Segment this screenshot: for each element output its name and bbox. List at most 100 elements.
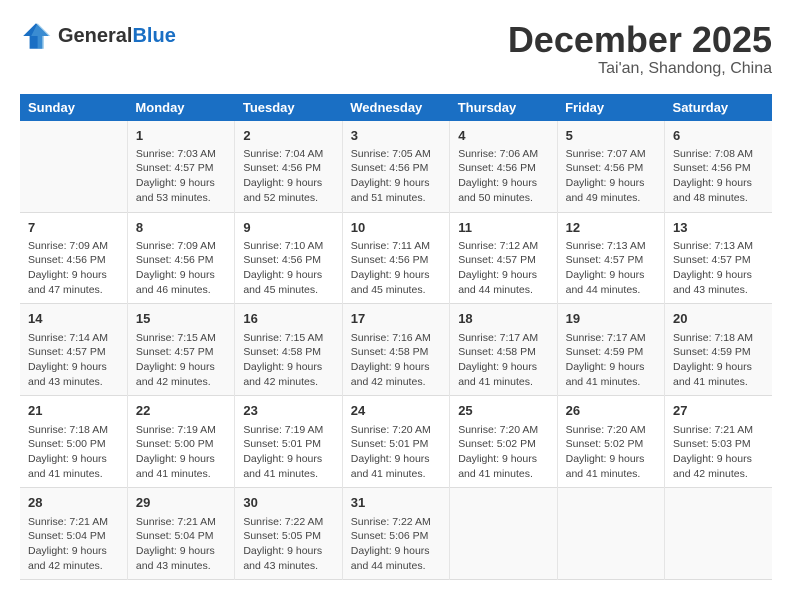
day-info: and 53 minutes. <box>136 191 226 206</box>
day-number: 25 <box>458 402 548 420</box>
day-info: Daylight: 9 hours <box>566 268 656 283</box>
logo-icon <box>20 20 52 52</box>
day-number: 28 <box>28 494 119 512</box>
day-info: Daylight: 9 hours <box>351 176 441 191</box>
day-info: Sunrise: 7:11 AM <box>351 239 441 254</box>
day-info: and 48 minutes. <box>673 191 764 206</box>
day-info: and 47 minutes. <box>28 283 119 298</box>
day-info: Sunset: 4:57 PM <box>136 161 226 176</box>
calendar-subtitle: Tai'an, Shandong, China <box>508 60 772 78</box>
day-info: Sunrise: 7:20 AM <box>351 423 441 438</box>
day-info: Sunrise: 7:19 AM <box>136 423 226 438</box>
week-row-3: 14Sunrise: 7:14 AMSunset: 4:57 PMDayligh… <box>20 304 772 396</box>
day-info: Sunset: 4:57 PM <box>136 345 226 360</box>
day-info: and 52 minutes. <box>243 191 333 206</box>
calendar-cell: 7Sunrise: 7:09 AMSunset: 4:56 PMDaylight… <box>20 212 127 304</box>
day-info: Sunrise: 7:03 AM <box>136 147 226 162</box>
calendar-cell: 17Sunrise: 7:16 AMSunset: 4:58 PMDayligh… <box>342 304 449 396</box>
day-info: Daylight: 9 hours <box>673 452 764 467</box>
day-info: Sunset: 5:00 PM <box>136 437 226 452</box>
day-info: Daylight: 9 hours <box>673 176 764 191</box>
header-friday: Friday <box>557 94 664 121</box>
week-row-4: 21 Sunrise: 7:18 AM Sunset: 5:00 PM Dayligh… <box>20 396 772 488</box>
calendar-cell: 29Sunrise: 7:21 AMSunset: 5:04 PMDayligh… <box>127 488 234 580</box>
day-number: 6 <box>673 127 764 145</box>
day-info: Sunrise: 7:12 AM <box>458 239 548 254</box>
day-info: Sunset: 5:03 PM <box>673 437 764 452</box>
day-info: Sunrise: 7:22 AM <box>243 515 333 530</box>
logo: GeneralBlue <box>20 20 176 52</box>
day-number: 21 <box>28 402 119 420</box>
day-info: Sunrise: 7:18 AM <box>28 423 119 438</box>
day-info: Daylight: 9 hours <box>28 268 119 283</box>
day-number: 26 <box>566 402 656 420</box>
calendar-cell: 4Sunrise: 7:06 AMSunset: 4:56 PMDaylight… <box>450 121 557 212</box>
day-number: 31 <box>351 494 441 512</box>
day-number: 8 <box>136 219 226 237</box>
day-info: Daylight: 9 hours <box>458 452 548 467</box>
day-number: 27 <box>673 402 764 420</box>
calendar-cell: 6Sunrise: 7:08 AMSunset: 4:56 PMDaylight… <box>665 121 772 212</box>
day-info: Sunset: 4:56 PM <box>243 161 333 176</box>
day-info: Sunrise: 7:21 AM <box>28 515 119 530</box>
day-info: Sunrise: 7:10 AM <box>243 239 333 254</box>
day-info: Sunset: 4:56 PM <box>566 161 656 176</box>
day-info: and 45 minutes. <box>243 283 333 298</box>
day-info: Daylight: 9 hours <box>351 544 441 559</box>
calendar-cell: 28Sunrise: 7:21 AMSunset: 5:04 PMDayligh… <box>20 488 127 580</box>
day-info: and 41 minutes. <box>458 375 548 390</box>
day-info: Daylight: 9 hours <box>458 360 548 375</box>
calendar-cell: 16Sunrise: 7:15 AMSunset: 4:58 PMDayligh… <box>235 304 342 396</box>
day-info: Sunset: 5:01 PM <box>243 437 333 452</box>
calendar-cell <box>665 488 772 580</box>
day-number: 24 <box>351 402 441 420</box>
day-info: Daylight: 9 hours <box>351 360 441 375</box>
day-info: and 43 minutes. <box>243 559 333 574</box>
calendar-cell: 19Sunrise: 7:17 AMSunset: 4:59 PMDayligh… <box>557 304 664 396</box>
day-info: and 41 minutes. <box>28 467 119 482</box>
day-number: 17 <box>351 310 441 328</box>
day-info: Daylight: 9 hours <box>136 544 226 559</box>
day-number: 13 <box>673 219 764 237</box>
day-number: 30 <box>243 494 333 512</box>
calendar-header-row: SundayMondayTuesdayWednesdayThursdayFrid… <box>20 94 772 121</box>
day-info: Daylight: 9 hours <box>243 268 333 283</box>
calendar-cell: 25Sunrise: 7:20 AMSunset: 5:02 PMDayligh… <box>450 396 557 488</box>
day-info: and 41 minutes. <box>566 375 656 390</box>
day-number: 10 <box>351 219 441 237</box>
day-info: Sunrise: 7:17 AM <box>458 331 548 346</box>
day-info: Sunset: 4:56 PM <box>458 161 548 176</box>
day-info: Daylight: 9 hours <box>28 360 119 375</box>
day-info: and 45 minutes. <box>351 283 441 298</box>
day-number: 12 <box>566 219 656 237</box>
day-info: Daylight: 9 hours <box>351 268 441 283</box>
calendar-cell: 18Sunrise: 7:17 AMSunset: 4:58 PMDayligh… <box>450 304 557 396</box>
day-info: Sunrise: 7:17 AM <box>566 331 656 346</box>
day-info: Sunset: 4:56 PM <box>28 253 119 268</box>
day-info: Sunset: 5:02 PM <box>458 437 548 452</box>
day-info: Sunset: 4:56 PM <box>243 253 333 268</box>
day-info: Sunrise: 7:13 AM <box>673 239 764 254</box>
day-info: Sunset: 4:58 PM <box>243 345 333 360</box>
day-info: Daylight: 9 hours <box>243 452 333 467</box>
day-info: and 41 minutes. <box>136 467 226 482</box>
day-info: Sunset: 4:57 PM <box>566 253 656 268</box>
day-number: 23 <box>243 402 333 420</box>
day-info: Sunset: 5:05 PM <box>243 529 333 544</box>
day-info: and 44 minutes. <box>458 283 548 298</box>
day-number: 5 <box>566 127 656 145</box>
day-info: and 41 minutes. <box>351 467 441 482</box>
day-info: Sunrise: 7:21 AM <box>136 515 226 530</box>
day-info: Sunrise: 7:21 AM <box>673 423 764 438</box>
day-number: 4 <box>458 127 548 145</box>
header-monday: Monday <box>127 94 234 121</box>
day-number: 15 <box>136 310 226 328</box>
calendar-cell: 30Sunrise: 7:22 AMSunset: 5:05 PMDayligh… <box>235 488 342 580</box>
day-info: and 42 minutes. <box>673 467 764 482</box>
calendar-cell <box>20 121 127 212</box>
day-number: 9 <box>243 219 333 237</box>
logo-text: GeneralBlue <box>58 25 176 48</box>
day-info: and 41 minutes. <box>566 467 656 482</box>
day-info: and 43 minutes. <box>136 559 226 574</box>
day-info: Sunset: 4:57 PM <box>673 253 764 268</box>
